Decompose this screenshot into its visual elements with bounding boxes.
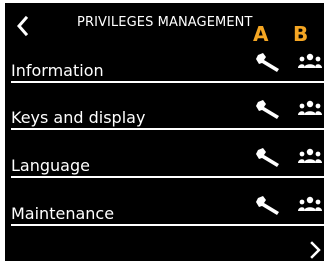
row-information[interactable]: Information	[5, 43, 324, 83]
row-label: Language	[11, 156, 90, 175]
wrench-icon[interactable]	[255, 194, 283, 216]
page-title: PRIVILEGES MANAGEMENT	[77, 15, 253, 30]
row-divider	[11, 176, 324, 178]
wrench-icon[interactable]	[255, 146, 283, 168]
users-icon[interactable]	[298, 100, 322, 116]
privileges-screen: PRIVILEGES MANAGEMENT A B Information Ke…	[5, 3, 324, 261]
row-maintenance[interactable]: Maintenance	[5, 186, 324, 226]
wrench-icon[interactable]	[255, 51, 283, 73]
row-divider	[11, 128, 324, 130]
users-icon[interactable]	[298, 196, 322, 212]
users-icon[interactable]	[298, 53, 322, 69]
row-label: Information	[11, 61, 104, 80]
next-chevron-icon[interactable]	[308, 240, 322, 260]
row-divider	[11, 81, 324, 83]
column-a-label: A	[253, 22, 269, 46]
users-icon[interactable]	[298, 148, 322, 164]
back-chevron-icon[interactable]	[14, 13, 32, 39]
column-b-label: B	[293, 22, 309, 46]
row-divider	[11, 224, 324, 226]
header: PRIVILEGES MANAGEMENT A B	[5, 3, 324, 46]
wrench-icon[interactable]	[255, 98, 283, 120]
row-keys-and-display[interactable]: Keys and display	[5, 90, 324, 130]
row-label: Maintenance	[11, 204, 115, 223]
row-label: Keys and display	[11, 108, 146, 127]
row-language[interactable]: Language	[5, 138, 324, 178]
